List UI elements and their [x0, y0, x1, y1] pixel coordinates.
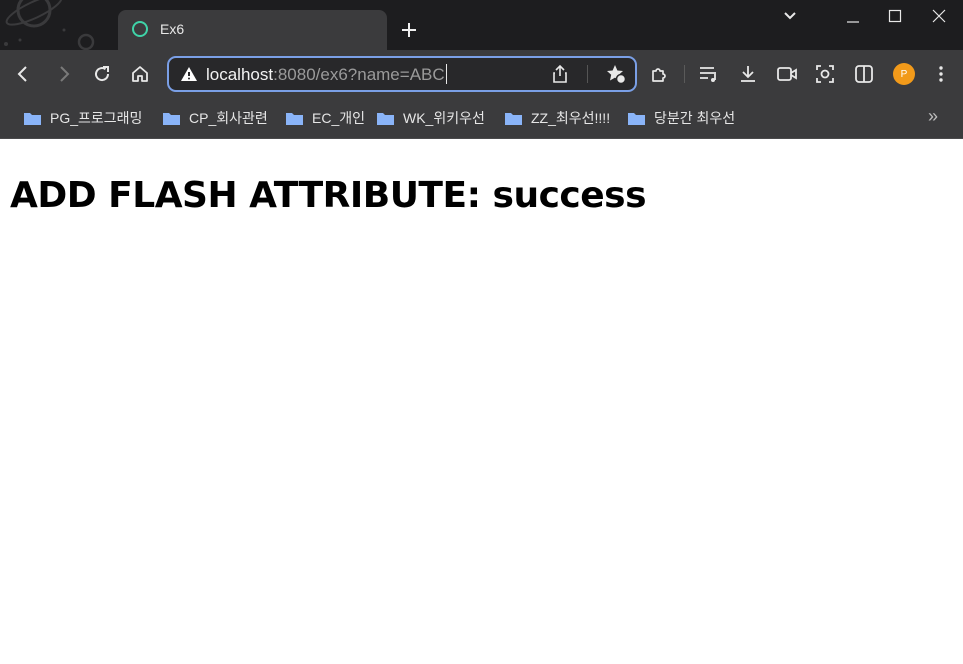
url-host: localhost	[206, 65, 274, 84]
screenshot-button[interactable]	[811, 60, 839, 88]
video-camera-icon	[777, 67, 797, 81]
bookmark-folder-ec[interactable]: EC_개인	[285, 108, 365, 128]
share-icon[interactable]	[550, 64, 570, 84]
extensions-button[interactable]	[645, 60, 673, 88]
plus-icon	[402, 23, 416, 37]
reload-button[interactable]	[88, 60, 116, 88]
bookmark-folder-cp[interactable]: CP_회사관련	[162, 108, 268, 128]
split-view-icon	[855, 65, 873, 83]
bookmark-label: WK_위키우선	[403, 110, 485, 126]
forward-button[interactable]	[50, 60, 78, 88]
url-path: :8080/ex6?name=ABC	[273, 65, 445, 84]
bookmark-folder-wk[interactable]: WK_위키우선	[376, 108, 485, 128]
folder-icon	[24, 112, 41, 125]
divider	[587, 65, 588, 83]
screen-capture-button[interactable]	[773, 60, 801, 88]
browser-toolbar: localhost:8080/ex6?name=ABC P	[0, 50, 963, 98]
bookmark-label: EC_개인	[312, 110, 365, 126]
maximize-icon	[888, 9, 902, 23]
folder-icon	[628, 112, 645, 125]
folder-icon	[377, 112, 394, 125]
address-bar[interactable]: localhost:8080/ex6?name=ABC	[167, 56, 637, 92]
maximize-button[interactable]	[880, 4, 910, 28]
home-button[interactable]	[126, 60, 154, 88]
camera-scan-icon	[816, 65, 834, 83]
folder-icon	[505, 112, 522, 125]
theme-decoration	[0, 0, 112, 50]
more-vertical-icon	[939, 66, 943, 82]
bookmarks-bar: PG_프로그래밍 CP_회사관련 EC_개인 WK_위키우선 ZZ_최우선!!!…	[0, 98, 963, 139]
downloads-button[interactable]	[734, 60, 762, 88]
title-bar: Ex6	[0, 0, 963, 50]
profile-avatar[interactable]: P	[893, 63, 915, 85]
bookmark-label: PG_프로그래밍	[50, 110, 143, 126]
home-icon	[132, 66, 148, 82]
close-icon	[932, 9, 946, 23]
not-secure-warning-icon[interactable]	[180, 66, 198, 82]
download-icon	[741, 66, 755, 82]
bookmark-folder-priority[interactable]: 당분간 최우선	[627, 108, 735, 128]
tab-title: Ex6	[160, 21, 185, 37]
folder-icon	[163, 112, 180, 125]
active-tab[interactable]: Ex6	[118, 10, 387, 50]
bookmark-folder-pg[interactable]: PG_프로그래밍	[23, 108, 142, 128]
puzzle-icon	[652, 68, 666, 82]
bookmark-label: ZZ_최우선!!!!	[531, 110, 611, 126]
minimize-icon	[847, 21, 859, 23]
back-button[interactable]	[9, 60, 37, 88]
side-panel-button[interactable]	[850, 60, 878, 88]
bookmark-label: CP_회사관련	[189, 110, 268, 126]
tab-favicon-icon	[132, 21, 148, 37]
page-heading: ADD FLASH ATTRIBUTE: success	[10, 175, 647, 216]
bookmarks-overflow-chevron-icon[interactable]: »	[928, 106, 938, 127]
new-tab-button[interactable]	[398, 19, 420, 41]
bookmark-label: 당분간 최우선	[654, 110, 736, 126]
arrow-right-icon	[60, 66, 70, 82]
url-text[interactable]: localhost:8080/ex6?name=ABC	[206, 64, 447, 85]
arrow-left-icon	[17, 66, 27, 82]
close-window-button[interactable]	[924, 4, 954, 28]
reading-list-button[interactable]	[695, 60, 723, 88]
media-list-icon	[700, 67, 716, 82]
divider	[684, 65, 685, 83]
bookmark-star-icon[interactable]	[605, 63, 627, 85]
minimize-button[interactable]	[838, 4, 868, 28]
page-content: ADD FLASH ATTRIBUTE: success	[0, 139, 963, 664]
chevron-down-icon	[784, 12, 796, 20]
folder-icon	[286, 112, 303, 125]
bookmark-folder-zz[interactable]: ZZ_최우선!!!!	[504, 108, 610, 128]
menu-button[interactable]	[927, 60, 955, 88]
text-caret	[445, 64, 447, 84]
reload-icon	[95, 66, 110, 82]
tab-search-button[interactable]	[775, 4, 805, 28]
